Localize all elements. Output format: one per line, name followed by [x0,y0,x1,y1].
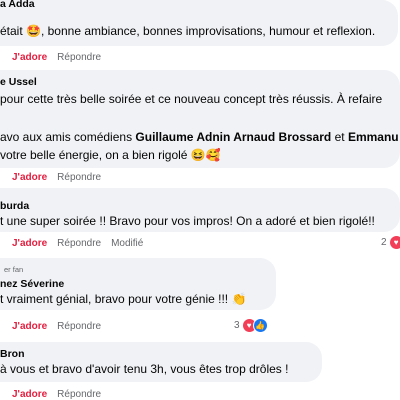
like-icon: 👍 [252,318,268,333]
comment-author[interactable]: Bron [0,348,25,360]
comment-2: e Ussel pour cette très belle soirée et … [0,70,400,183]
comment-actions: J'adore Répondre [12,52,101,63]
reply-button[interactable]: Répondre [57,52,101,63]
comment-author[interactable]: burda [0,200,29,212]
comment-text-fragment: avo aux amis comédiens [0,130,133,144]
comment-text: à vous et bravo d'avoir tenu 3h, vous êt… [0,362,289,376]
reply-button[interactable]: Répondre [57,238,101,249]
reaction-count: 3 [234,320,240,331]
comment-actions: J'adore Répondre Modifié [12,238,143,249]
comment-actions: J'adore Répondre [12,321,101,332]
love-reaction-button[interactable]: J'adore [12,321,47,332]
comment-5: Bron à vous et bravo d'avoir tenu 3h, vo… [0,342,322,400]
mention-name-truncated[interactable]: Emmanu [348,130,399,144]
reaction-summary[interactable]: 2 ♥ [379,235,400,250]
comment-text-connector: et [334,130,345,144]
comment-bubble: Bron à vous et bravo d'avoir tenu 3h, vo… [0,342,322,382]
love-reaction-button[interactable]: J'adore [12,172,47,183]
reply-button[interactable]: Répondre [57,389,101,400]
comment-text: était 🤩, bonne ambiance, bonnes improvis… [0,24,376,38]
top-fan-badge: er fan [4,265,24,274]
comment-text-line-3: votre belle énergie, on a bien rigolé 😆🥰 [0,148,221,162]
comment-1: a Adda était 🤩, bonne ambiance, bonnes i… [0,0,398,63]
comment-author[interactable]: nez Séverine [0,278,64,290]
comment-text: t vraiment génial, bravo pour votre géni… [0,292,247,306]
comment-text-line-2: avo aux amis comédiens Guillaume Adnin A… [0,130,399,145]
comment-actions: J'adore Répondre [12,389,101,400]
reaction-summary[interactable]: 3 ♥ 👍 [232,318,271,333]
reply-button[interactable]: Répondre [57,321,101,332]
comment-bubble: burda t une super soirée !! Bravo pour v… [0,188,400,232]
comment-bubble: e Ussel pour cette très belle soirée et … [0,70,400,168]
mention-names[interactable]: Guillaume Adnin Arnaud Brossard [135,130,331,144]
comment-bubble: er fan nez Séverine t vraiment génial, b… [0,258,276,310]
comment-3: burda t une super soirée !! Bravo pour v… [0,188,400,250]
comment-4: er fan nez Séverine t vraiment génial, b… [0,258,276,333]
comment-text-line-1: pour cette très belle soirée et ce nouve… [0,92,383,106]
modified-label: Modifié [111,238,144,249]
comment-actions: J'adore Répondre [12,172,101,183]
reaction-count: 2 [381,237,387,248]
comment-text: t une super soirée !! Bravo pour vos imp… [0,214,375,228]
love-reaction-button[interactable]: J'adore [12,238,47,249]
comment-author[interactable]: a Adda [0,0,35,10]
heart-icon: ♥ [388,235,400,250]
love-reaction-button[interactable]: J'adore [12,389,47,400]
comment-bubble: a Adda était 🤩, bonne ambiance, bonnes i… [0,0,398,46]
love-reaction-button[interactable]: J'adore [12,52,47,63]
comment-author[interactable]: e Ussel [0,76,37,88]
reply-button[interactable]: Répondre [57,172,101,183]
